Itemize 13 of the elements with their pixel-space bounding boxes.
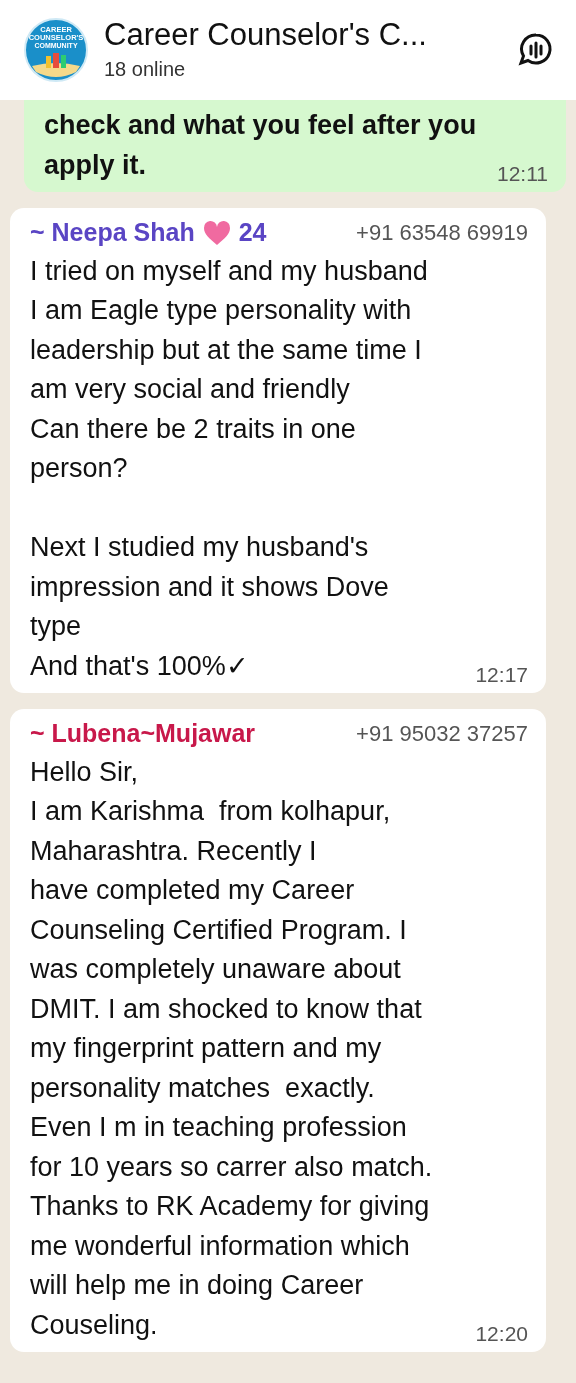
sender-suffix: 24 [238, 217, 267, 248]
message-text: I tried on myself and my husband I am Eagle type personality with leadership but at the same time I am very social and friendly Can there be 2 traits in one person? Next I studied my husband's impression and it shows Dove type And that's 100%✓ [30, 254, 428, 683]
group-title: Career Counselor's C... [104, 16, 428, 54]
sender-name: ~ Neepa Shah [30, 217, 195, 248]
online-count: 18 online [104, 56, 187, 82]
message-time: 12:17 [475, 664, 528, 685]
message-text: check and what you feel after you apply it. [44, 109, 477, 182]
sender-name: ~ Lubena~Mujawar [30, 718, 256, 749]
phone-number: +91 95032 37257 [356, 720, 528, 749]
message-text: Hello Sir, I am Karishma from kolhapur, Maharashtra. Recently I have completed my Career Counseling Certified Program. I was completely unaware about DMIT. I am shocked to know that my fingerprint pattern and my personality matches exactly. Even I m in teaching profession for 10 years so carrer also match. Thanks to RK Academy for giving me wonderful information which will help me in doing Career Couseling. [30, 755, 433, 1342]
message-time: 12:20 [475, 1323, 528, 1344]
message-time: 12:11 [497, 163, 548, 184]
phone-number: +91 63548 69919 [356, 219, 528, 248]
